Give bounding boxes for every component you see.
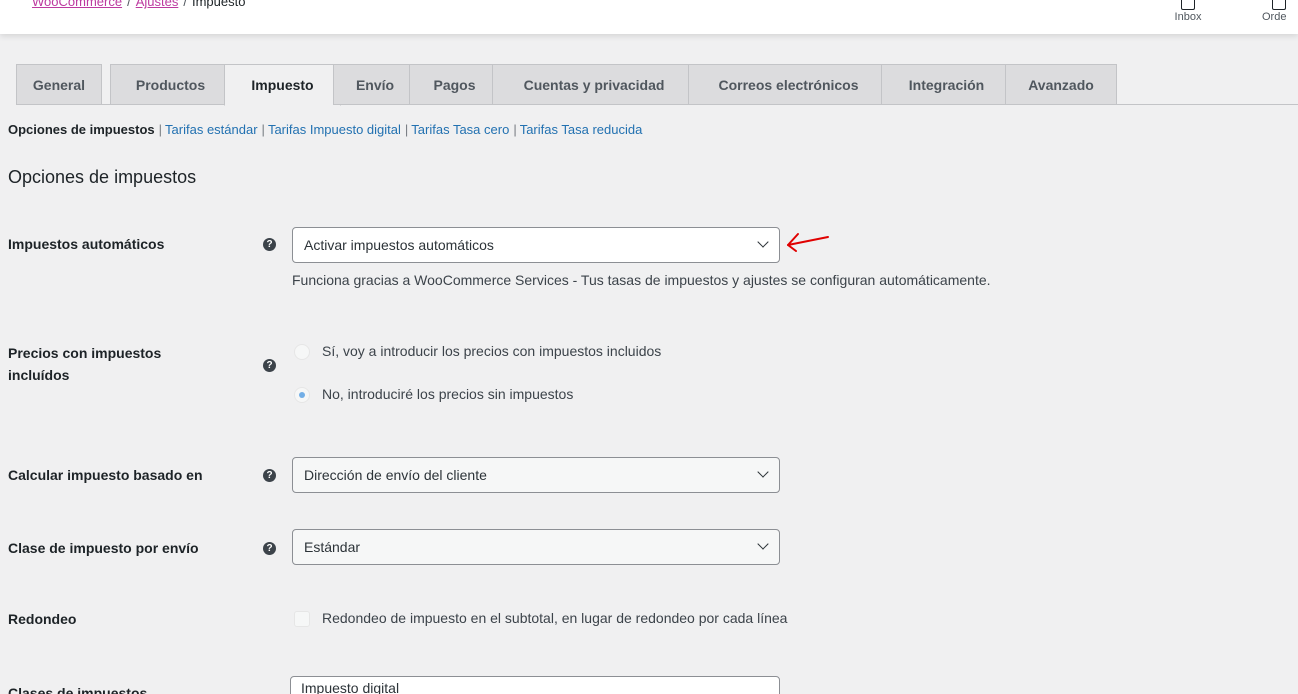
breadcrumb-separator: / (183, 0, 187, 9)
tab-integracion[interactable]: Integración (881, 64, 1012, 105)
inbox-label: Inbox (1174, 11, 1202, 23)
subnav-separator: | (404, 122, 409, 137)
auto-tax-value: Activar impuestos automáticos (304, 237, 494, 253)
tab-cuentas-privacidad[interactable]: Cuentas y privacidad (492, 64, 696, 105)
auto-tax-label: Impuestos automáticos (8, 236, 165, 252)
prices-incl-label: Precios con impuestos incluídos (8, 342, 161, 386)
rounding-checkbox[interactable] (294, 611, 310, 627)
breadcrumb: WooCommerce / Ajustes / Impuesto (32, 0, 245, 9)
rounding-label: Redondeo (8, 611, 77, 627)
breadcrumb-woocommerce-link[interactable]: WooCommerce (32, 0, 122, 9)
subnav-separator: | (513, 122, 517, 137)
section-title: Opciones de impuestos (8, 167, 197, 187)
breadcrumb-ajustes-link[interactable]: Ajustes (136, 0, 179, 9)
shipping-class-select[interactable]: Estándar (292, 529, 780, 565)
subnav-tarifas-estandar-link[interactable]: Tarifas estándar (165, 122, 258, 137)
tab-correos-electronicos[interactable]: Correos electrónicos (688, 64, 889, 105)
auto-tax-description: Funciona gracias a WooCommerce Services … (292, 272, 991, 288)
tab-pagos[interactable]: Pagos (409, 64, 500, 105)
prices-incl-label-line1: Precios con impuestos (8, 345, 162, 361)
shipping-class-value: Estándar (304, 539, 361, 555)
orders-label: Orde (1262, 11, 1287, 23)
tab-avanzado[interactable]: Avanzado (1005, 64, 1117, 105)
chevron-down-icon (757, 466, 769, 478)
tab-general[interactable]: General (16, 64, 102, 105)
based-on-label: Calcular impuesto basado en (8, 467, 203, 483)
inbox-button[interactable]: Inbox (1163, 0, 1213, 23)
prices-incl-yes-radio[interactable] (294, 344, 310, 360)
red-arrow-annotation-icon (787, 233, 829, 252)
orders-icon (1272, 0, 1286, 10)
subnav-separator: | (158, 122, 163, 137)
prices-incl-yes-label[interactable]: Sí, voy a introducir los precios con imp… (322, 343, 661, 359)
orders-button[interactable]: Orde (1262, 0, 1298, 23)
shipping-class-label: Clase de impuesto por envío (8, 540, 199, 556)
based-on-select[interactable]: Dirección de envío del cliente (292, 457, 780, 493)
tab-envio[interactable]: Envío (333, 64, 417, 105)
chevron-down-icon (757, 236, 769, 248)
chevron-down-icon (757, 538, 769, 550)
auto-tax-select[interactable]: Activar impuestos automáticos (292, 227, 780, 263)
subnav-tarifas-tasa-reducida-link[interactable]: Tarifas Tasa reducida (520, 122, 643, 137)
help-icon[interactable]: ? (263, 469, 276, 482)
breadcrumb-current: Impuesto (191, 0, 246, 9)
help-icon[interactable]: ? (263, 359, 276, 372)
tax-subnav: Opciones de impuestos | Tarifas estándar | T… (8, 122, 642, 137)
top-bar: WooCommerce / Ajustes / Impuesto Inbox Orde (0, 0, 1298, 34)
tax-classes-label: Clases de impuestos (8, 685, 148, 694)
subnav-tarifas-tasa-cero-link[interactable]: Tarifas Tasa cero (411, 122, 509, 137)
help-icon[interactable]: ? (263, 238, 276, 251)
breadcrumb-separator: / (127, 0, 131, 9)
prices-incl-label-line2: incluídos (8, 367, 70, 383)
tab-productos[interactable]: Productos (110, 64, 231, 105)
subnav-tarifas-impuesto-digital-link[interactable]: Tarifas Impuesto digital (268, 122, 401, 137)
help-icon[interactable]: ? (263, 542, 276, 555)
settings-tabs: General Productos Impuesto Envío Pagos C… (16, 64, 1298, 106)
rounding-option-label[interactable]: Redondeo de impuesto en el subtotal, en … (322, 610, 787, 626)
inbox-icon (1181, 0, 1195, 10)
prices-incl-no-radio[interactable] (294, 387, 310, 403)
subnav-current: Opciones de impuestos (8, 122, 155, 137)
tab-impuesto[interactable]: Impuesto (224, 64, 341, 106)
tax-classes-textarea[interactable]: Impuesto digital (290, 676, 780, 694)
prices-incl-no-label[interactable]: No, introduciré los precios sin impuesto… (322, 386, 573, 402)
based-on-value: Dirección de envío del cliente (304, 467, 487, 483)
subnav-separator: | (261, 122, 265, 137)
